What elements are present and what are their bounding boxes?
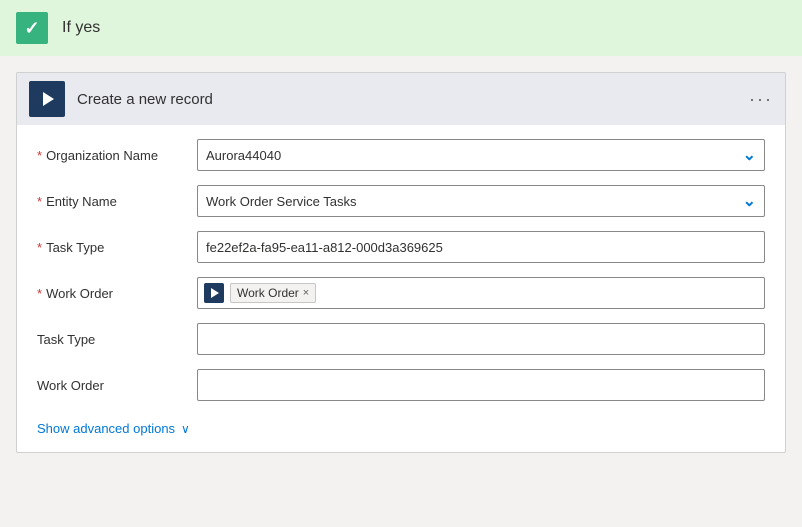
organization-name-row: *Organization Name Aurora44040 ⌄ (37, 137, 765, 173)
work-order-optional-row: Work Order (37, 367, 765, 403)
form-body: *Organization Name Aurora44040 ⌄ *Entity… (17, 125, 785, 452)
work-order-tag-icon (204, 283, 224, 303)
work-order-optional-input[interactable] (197, 369, 765, 401)
task-type-optional-row: Task Type (37, 321, 765, 357)
required-star: * (37, 194, 42, 209)
organization-name-dropdown[interactable]: Aurora44040 ⌄ (197, 139, 765, 171)
work-order-required-label: *Work Order (37, 286, 197, 301)
task-type-required-row: *Task Type fe22ef2a-fa95-ea11-a812-000d3… (37, 229, 765, 265)
organization-name-chevron-icon: ⌄ (743, 145, 756, 165)
advanced-options-label: Show advanced options (37, 421, 175, 436)
show-advanced-options-button[interactable]: Show advanced options ∨ (37, 413, 765, 436)
required-star: * (37, 240, 42, 255)
required-star: * (37, 286, 42, 301)
play-triangle-icon (43, 92, 54, 106)
task-type-input[interactable]: fe22ef2a-fa95-ea11-a812-000d3a369625 (197, 231, 765, 263)
work-order-required-field: Work Order × (197, 277, 765, 309)
organization-name-value: Aurora44040 (206, 148, 743, 163)
entity-name-field: Work Order Service Tasks ⌄ (197, 185, 765, 217)
entity-name-chevron-icon: ⌄ (743, 191, 756, 211)
task-type-value: fe22ef2a-fa95-ea11-a812-000d3a369625 (206, 240, 443, 255)
work-order-tag-remove[interactable]: × (303, 287, 309, 299)
card-menu-button[interactable]: ··· (749, 89, 773, 110)
task-type-optional-field (197, 323, 765, 355)
card-header: Create a new record ··· (17, 73, 785, 125)
entity-name-label: *Entity Name (37, 194, 197, 209)
entity-name-value: Work Order Service Tasks (206, 194, 743, 209)
work-order-tag-text: Work Order (237, 286, 299, 300)
header-title: If yes (62, 19, 100, 37)
required-star: * (37, 148, 42, 163)
task-type-required-label: *Task Type (37, 240, 197, 255)
work-order-optional-field (197, 369, 765, 401)
tag-play-icon (211, 288, 219, 298)
organization-name-label: *Organization Name (37, 148, 197, 163)
advanced-options-chevron-icon: ∨ (181, 422, 190, 436)
organization-name-field: Aurora44040 ⌄ (197, 139, 765, 171)
work-order-required-row: *Work Order Work Order × (37, 275, 765, 311)
card-logo-icon (29, 81, 65, 117)
create-record-card: Create a new record ··· *Organization Na… (16, 72, 786, 453)
entity-name-row: *Entity Name Work Order Service Tasks ⌄ (37, 183, 765, 219)
entity-name-dropdown[interactable]: Work Order Service Tasks ⌄ (197, 185, 765, 217)
work-order-tag: Work Order × (230, 283, 316, 303)
task-type-optional-input[interactable] (197, 323, 765, 355)
work-order-optional-label: Work Order (37, 378, 197, 393)
check-icon: ✓ (16, 12, 48, 44)
if-yes-header: ✓ If yes (0, 0, 802, 56)
card-title: Create a new record (77, 91, 737, 108)
task-type-optional-label: Task Type (37, 332, 197, 347)
work-order-tag-input[interactable]: Work Order × (197, 277, 765, 309)
task-type-required-field: fe22ef2a-fa95-ea11-a812-000d3a369625 (197, 231, 765, 263)
